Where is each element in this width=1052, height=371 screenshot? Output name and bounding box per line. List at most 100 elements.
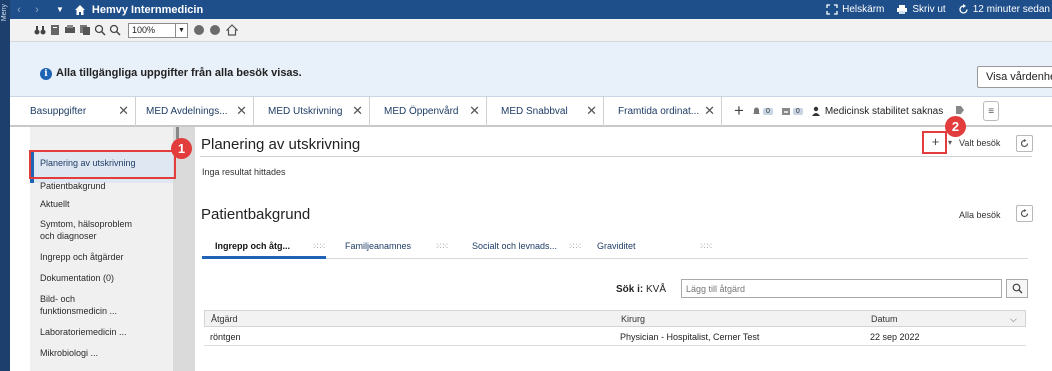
divider xyxy=(200,156,1032,157)
nav-item-bild[interactable]: Bild- och xyxy=(40,293,75,305)
planering-title: Planering av utskrivning xyxy=(201,136,361,153)
add-tab-icon[interactable]: + xyxy=(728,101,750,121)
nav-scrollbar[interactable] xyxy=(173,127,195,371)
drag-grip-icon[interactable]: ⁙⁙ xyxy=(568,241,582,252)
drag-grip-icon[interactable]: ⁙⁙ xyxy=(699,241,713,252)
close-icon[interactable]: ✕ xyxy=(586,103,597,119)
fullscreen-label: Helskärm xyxy=(842,4,885,15)
tab-label: MED Snabbval xyxy=(501,105,568,117)
tab-med-snabbval[interactable]: MED Snabbval ✕ xyxy=(487,96,604,126)
chevron-down-icon[interactable]: ▼ xyxy=(176,22,188,38)
nav-item-aktuellt[interactable]: Aktuellt xyxy=(40,198,70,210)
tab-med-avdelnings[interactable]: MED Avdelnings... ✕ xyxy=(136,96,254,126)
fullscreen-button[interactable]: Helskärm xyxy=(826,4,884,15)
tab-med-utskrivning[interactable]: MED Utskrivning ✕ xyxy=(254,96,370,126)
nav-item-bild-cont[interactable]: funktionsmedicin ... xyxy=(40,305,117,317)
info-icon: i xyxy=(40,68,52,80)
search-scope-value: KVÅ xyxy=(646,284,667,295)
subtab-familjeanamnes[interactable]: Familjeanamnes xyxy=(345,233,411,259)
title-bar: ‹ › ▼ Hemvy Internmedicin Helskärm Skriv… xyxy=(10,0,1052,19)
search-scope: Sök i: KVÅ xyxy=(616,284,666,295)
drag-grip-icon[interactable]: ⁙⁙ xyxy=(435,241,449,252)
search-icon xyxy=(1012,283,1022,294)
patientbakgrund-title: Patientbakgrund xyxy=(201,206,311,223)
inbox-icon xyxy=(781,107,790,115)
subtab-label: Familjeanamnes xyxy=(345,241,412,251)
zoom-in-icon[interactable] xyxy=(109,24,121,36)
subtab-graviditet[interactable]: Graviditet xyxy=(597,233,636,259)
nav-item-symtom-cont[interactable]: och diagnoser xyxy=(40,230,97,242)
tab-med-oppenvard[interactable]: MED Öppenvård ✕ xyxy=(370,96,487,126)
column-header-atgard[interactable]: Åtgärd xyxy=(211,314,238,324)
refresh-icon xyxy=(1020,209,1029,218)
planering-refresh-button[interactable] xyxy=(1016,135,1033,152)
notification-count: 0 xyxy=(763,107,773,115)
close-icon[interactable]: ✕ xyxy=(236,103,247,119)
tab-basuppgifter[interactable]: Basuppgifter ✕ xyxy=(10,96,136,126)
annotation-marker-2: 2 xyxy=(945,116,966,137)
medical-stability-label: Medicinsk stabilitet saknas xyxy=(824,105,944,117)
close-icon[interactable]: ✕ xyxy=(704,103,715,119)
info-banner: i Alla tillgängliga uppgifter från alla … xyxy=(10,42,1052,97)
subtab-socialt[interactable]: Socialt och levnads... xyxy=(472,233,557,259)
home-icon[interactable] xyxy=(74,4,86,16)
close-icon[interactable]: ✕ xyxy=(118,103,129,119)
nav-item-symtom[interactable]: Symtom, hälsoproblem xyxy=(40,218,132,230)
menu-strip[interactable]: Meny xyxy=(0,0,10,371)
copy-icon[interactable] xyxy=(79,24,91,36)
nav-dropdown-icon[interactable]: ▼ xyxy=(56,5,64,14)
chevron-down-icon[interactable]: ⌵ xyxy=(1010,314,1017,325)
chevron-down-icon[interactable]: ▾ xyxy=(948,138,952,147)
document-icon[interactable] xyxy=(49,24,61,36)
notification-counter[interactable]: 0 xyxy=(752,106,773,116)
house-icon[interactable] xyxy=(225,24,239,36)
nav-item-mikrobiologi[interactable]: Mikrobiologi ... xyxy=(40,347,98,359)
highlight-box-2 xyxy=(922,131,947,154)
column-header-datum[interactable]: Datum xyxy=(871,314,898,324)
nav-item-patientbakgrund[interactable]: Patientbakgrund xyxy=(40,180,106,192)
drag-grip-icon[interactable]: ⁙⁙ xyxy=(312,241,326,252)
person-icon xyxy=(811,106,820,116)
table-row[interactable]: röntgen Physician - Hospitalist, Cerner … xyxy=(204,327,1026,346)
highlight-box-1 xyxy=(29,150,176,179)
fullscreen-icon xyxy=(826,4,838,15)
patientbakgrund-scope-label[interactable]: Alla besök xyxy=(959,210,1001,220)
refresh-button[interactable]: 12 minuter sedan xyxy=(958,4,1050,15)
inbox-counter[interactable]: 0 xyxy=(781,107,803,116)
print-preview-icon[interactable] xyxy=(64,24,76,36)
cell-kirurg: Physician - Hospitalist, Cerner Test xyxy=(620,332,760,342)
zoom-out-icon[interactable] xyxy=(94,24,106,36)
search-button[interactable] xyxy=(1006,279,1028,298)
nav-item-ingrepp[interactable]: Ingrepp och åtgärder xyxy=(40,251,124,263)
close-icon[interactable]: ✕ xyxy=(352,103,363,119)
tab-menu-icon[interactable]: ≡ xyxy=(983,101,1000,121)
subtab-label: Ingrepp och åtg... xyxy=(215,241,291,251)
nav-item-dokumentation[interactable]: Dokumentation (0) xyxy=(40,272,114,284)
visa-vardenheter-button[interactable]: Visa vårdenheter xyxy=(977,66,1052,88)
subtab-ingrepp[interactable]: Ingrepp och åtg... xyxy=(202,233,326,259)
back-arrow-icon[interactable]: ‹ xyxy=(10,4,28,16)
subtab-label: Graviditet xyxy=(597,241,636,251)
circle-icon[interactable] xyxy=(194,25,204,35)
inbox-count: 0 xyxy=(792,107,803,115)
zoom-select[interactable]: 100% xyxy=(128,22,176,38)
forward-arrow-icon[interactable]: › xyxy=(28,4,46,16)
cell-datum: 22 sep 2022 xyxy=(870,332,920,342)
print-button[interactable]: Skriv ut xyxy=(896,4,946,15)
planering-scope-label[interactable]: Valt besök xyxy=(959,138,1000,148)
patientbakgrund-refresh-button[interactable] xyxy=(1016,205,1033,222)
print-label: Skriv ut xyxy=(912,4,946,15)
search-input[interactable]: Lägg till åtgärd xyxy=(681,279,1002,298)
tab-row: Basuppgifter ✕ MED Avdelnings... ✕ MED U… xyxy=(10,96,1052,127)
medical-stability-status[interactable]: Medicinsk stabilitet saknas xyxy=(811,106,943,117)
tab-label: Basuppgifter xyxy=(30,105,87,117)
refresh-icon xyxy=(959,4,968,14)
close-icon[interactable]: ✕ xyxy=(469,103,480,119)
planering-empty-text: Inga resultat hittades xyxy=(202,167,286,177)
nav-item-laboratoriemedicin[interactable]: Laboratoriemedicin ... xyxy=(40,326,127,338)
column-header-kirurg[interactable]: Kirurg xyxy=(621,314,645,324)
cell-atgard: röntgen xyxy=(210,332,241,342)
tab-framtida-ordinat[interactable]: Framtida ordinat... ✕ xyxy=(604,96,722,126)
binoculars-icon[interactable] xyxy=(34,24,46,36)
circle-icon[interactable] xyxy=(210,25,220,35)
